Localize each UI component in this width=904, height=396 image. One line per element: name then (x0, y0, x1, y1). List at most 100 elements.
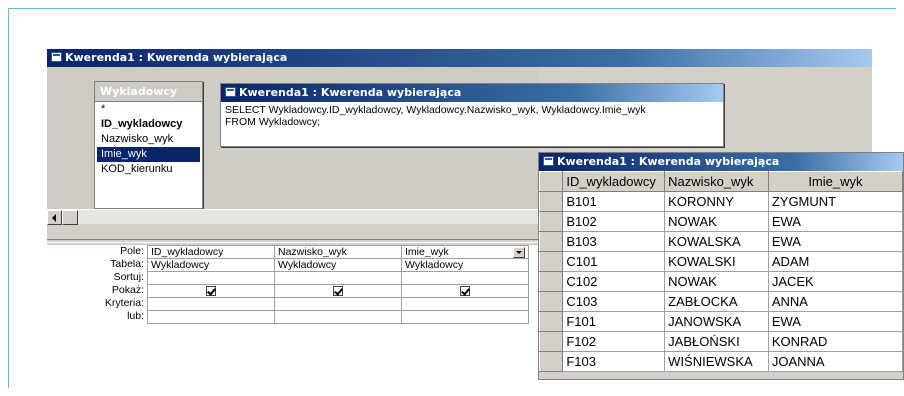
table-row: B101 KORONNY ZYGMUNT (539, 191, 903, 212)
table-row: F101 JANOWSKA EWA (539, 311, 903, 332)
grid-field-cell-active[interactable]: Imie_wyk (401, 245, 529, 259)
grid-criteria-cell[interactable] (147, 297, 275, 311)
row-selector[interactable] (539, 331, 564, 352)
field-item-all[interactable]: * (95, 102, 202, 117)
cell-id[interactable]: F103 (562, 351, 666, 372)
row-selector[interactable] (539, 271, 564, 292)
cell-imie[interactable]: EWA (767, 231, 903, 252)
field-item-kod[interactable]: KOD_kierunku (95, 162, 202, 177)
cell-nazwisko[interactable]: KOWALSKA (664, 231, 769, 252)
grid-or-cell[interactable] (147, 310, 275, 324)
grid-field-text[interactable]: Imie_wyk (405, 247, 449, 258)
query-icon (225, 87, 236, 97)
cell-id[interactable]: C102 (562, 271, 666, 292)
grid-field-cell[interactable]: Nazwisko_wyk (274, 245, 402, 259)
design-grid: ID_wykladowcy Nazwisko_wyk Imie_wyk Wykl… (147, 245, 529, 324)
cell-imie[interactable]: EWA (767, 211, 903, 232)
cell-id[interactable]: C103 (562, 291, 666, 312)
grid-row-or (147, 310, 529, 324)
sql-editor[interactable]: SELECT Wykladowcy.ID_wykladowcy, Wyklado… (221, 102, 723, 130)
sql-view-titlebar[interactable]: Kwerenda1 : Kwerenda wybierająca (221, 84, 723, 102)
show-checkbox[interactable] (333, 285, 343, 296)
chevron-down-icon[interactable] (513, 246, 525, 258)
grid-show-cell[interactable] (401, 284, 529, 298)
grid-sort-cell[interactable] (147, 271, 275, 285)
column-header[interactable]: Nazwisko_wyk (664, 171, 769, 192)
cell-nazwisko[interactable]: ZABŁOCKA (664, 291, 769, 312)
field-item-nazwisko[interactable]: Nazwisko_wyk (95, 132, 202, 147)
field-list-wykladowcy[interactable]: Wykladowcy * ID_wykladowcy Nazwisko_wyk … (94, 81, 203, 209)
grid-table-cell[interactable]: Wykladowcy (401, 258, 529, 272)
query-design-titlebar[interactable]: Kwerenda1 : Kwerenda wybierająca (47, 49, 872, 67)
grid-show-cell[interactable] (147, 284, 275, 298)
show-checkbox[interactable] (206, 285, 216, 296)
grid-field-cell[interactable]: ID_wykladowcy (147, 245, 275, 259)
cell-imie[interactable]: EWA (767, 311, 903, 332)
cell-id[interactable]: F101 (562, 311, 666, 332)
scroll-thumb[interactable] (62, 210, 78, 225)
row-selector[interactable] (539, 291, 564, 312)
cell-nazwisko[interactable]: NOWAK (664, 211, 769, 232)
field-item-id[interactable]: ID_wykladowcy (95, 117, 202, 132)
row-selector[interactable] (539, 211, 564, 232)
grid-criteria-cell[interactable] (401, 297, 529, 311)
datasheet-title: Kwerenda1 : Kwerenda wybierająca (557, 155, 780, 168)
grid-show-cell[interactable] (274, 284, 402, 298)
row-selector[interactable] (539, 251, 564, 272)
query-design-title: Kwerenda1 : Kwerenda wybierająca (65, 51, 288, 64)
cell-imie[interactable]: ADAM (767, 251, 903, 272)
cell-imie[interactable]: ZYGMUNT (767, 191, 903, 212)
cell-imie[interactable]: JOANNA (767, 351, 903, 372)
grid-row-show (147, 284, 529, 298)
column-header[interactable]: ID_wykladowcy (562, 171, 666, 192)
row-selector[interactable] (539, 311, 564, 332)
grid-sort-cell[interactable] (274, 271, 402, 285)
table-row: B103 KOWALSKA EWA (539, 231, 903, 252)
table-row: F102 JABŁOŃSKI KONRAD (539, 331, 903, 352)
field-list-title[interactable]: Wykladowcy (95, 82, 202, 102)
cell-id[interactable]: F102 (562, 331, 666, 352)
row-selector[interactable] (539, 231, 564, 252)
show-checkbox[interactable] (460, 285, 470, 296)
row-selector[interactable] (539, 191, 564, 212)
grid-or-cell[interactable] (274, 310, 402, 324)
row-label-pole: Pole: (120, 245, 144, 257)
cell-nazwisko[interactable]: KOWALSKI (664, 251, 769, 272)
cell-imie[interactable]: ANNA (767, 291, 903, 312)
row-label-lub: lub: (127, 310, 144, 322)
cell-nazwisko[interactable]: KORONNY (664, 191, 769, 212)
scroll-left-button[interactable] (47, 210, 62, 225)
pane-splitter[interactable] (47, 239, 539, 243)
grid-row-table: Wykladowcy Wykladowcy Wykladowcy (147, 258, 529, 272)
grid-or-cell[interactable] (401, 310, 529, 324)
row-label-pokaz: Pokaż: (111, 284, 144, 296)
grid-sort-cell[interactable] (401, 271, 529, 285)
row-label-tabela: Tabela: (110, 258, 144, 270)
cell-nazwisko[interactable]: WIŚNIEWSKA (664, 351, 769, 372)
sql-view-title: Kwerenda1 : Kwerenda wybierająca (239, 86, 462, 99)
cell-nazwisko[interactable]: NOWAK (664, 271, 769, 292)
cell-id[interactable]: B101 (562, 191, 666, 212)
design-grid-row-labels: Pole: Tabela: Sortuj: Pokaż: Kryteria: l… (47, 245, 147, 323)
select-all-corner[interactable] (539, 171, 564, 192)
row-selector[interactable] (539, 351, 564, 372)
cell-imie[interactable]: JACEK (767, 271, 903, 292)
grid-table-cell[interactable]: Wykladowcy (147, 258, 275, 272)
datasheet-titlebar[interactable]: Kwerenda1 : Kwerenda wybierająca (539, 153, 903, 171)
table-pane-scrollbar[interactable] (47, 209, 539, 225)
cell-id[interactable]: B102 (562, 211, 666, 232)
grid-row-criteria (147, 297, 529, 311)
grid-criteria-cell[interactable] (274, 297, 402, 311)
datasheet-window: Kwerenda1 : Kwerenda wybierająca ID_wykl… (538, 152, 904, 380)
query-icon (51, 52, 62, 62)
table-row: C101 KOWALSKI ADAM (539, 251, 903, 272)
grid-table-cell[interactable]: Wykladowcy (274, 258, 402, 272)
cell-id[interactable]: C101 (562, 251, 666, 272)
row-label-kryteria: Kryteria: (104, 297, 144, 309)
field-item-imie[interactable]: Imie_wyk (97, 147, 200, 162)
cell-imie[interactable]: KONRAD (767, 331, 903, 352)
column-header[interactable]: Imie_wyk (767, 171, 903, 192)
cell-nazwisko[interactable]: JANOWSKA (664, 311, 769, 332)
cell-id[interactable]: B103 (562, 231, 666, 252)
cell-nazwisko[interactable]: JABŁOŃSKI (664, 331, 769, 352)
